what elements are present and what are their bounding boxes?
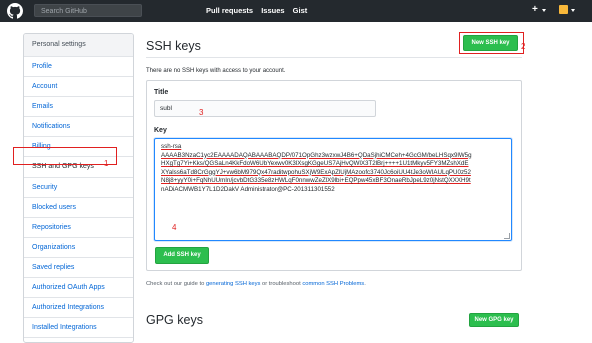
sidebar-item-security[interactable]: Security — [24, 178, 133, 198]
annotation-box-2 — [459, 32, 524, 54]
annotation-number-3: 3 — [199, 108, 204, 117]
gpg-keys-title: GPG keys — [146, 313, 203, 327]
sidebar-item-repositories[interactable]: Repositories — [24, 218, 133, 238]
nav-pull-requests[interactable]: Pull requests — [206, 6, 253, 15]
ssh-keys-title: SSH keys — [146, 39, 201, 53]
annotation-box-1 — [13, 147, 117, 165]
nav-gist[interactable]: Gist — [293, 6, 308, 15]
header-nav: Pull requests Issues Gist — [206, 6, 313, 15]
generating-ssh-keys-link[interactable]: generating SSH keys — [206, 281, 260, 287]
new-gpg-key-button[interactable]: New GPG key — [469, 313, 519, 327]
github-logo-icon[interactable] — [7, 3, 23, 19]
avatar[interactable] — [559, 5, 568, 14]
title-input[interactable]: subl — [154, 100, 376, 117]
sidebar-item-blocked-users[interactable]: Blocked users — [24, 198, 133, 218]
sidebar-heading: Personal settings — [24, 34, 133, 57]
chevron-down-icon[interactable] — [542, 9, 546, 12]
search-input[interactable]: Search GitHub — [34, 4, 142, 17]
key-line: XYalss6aTd8CrGggYJ+vw6bM979Qx47raditwpoh… — [161, 168, 471, 176]
key-line: ssh-rsa — [161, 143, 182, 150]
add-ssh-key-button[interactable]: Add SSH key — [155, 247, 209, 264]
sidebar-item-authorized-integrations[interactable]: Authorized Integrations — [24, 298, 133, 319]
divider — [146, 57, 522, 58]
sidebar-item-profile[interactable]: Profile — [24, 57, 133, 78]
annotation-number-2: 2 — [521, 42, 526, 51]
title-label: Title — [154, 89, 169, 96]
empty-keys-message: There are no SSH keys with access to you… — [146, 68, 286, 74]
sidebar-item-account[interactable]: Account — [24, 77, 133, 98]
chevron-down-icon[interactable] — [571, 9, 575, 12]
key-textarea[interactable]: ssh-rsa AAAAB3NzaC1yc2EAAAADAQABAAABAQDP… — [154, 138, 512, 241]
key-line: N8j8+yyY0i+FqNhUUmIn/jcvbDtG335e8zHWLqF0… — [161, 177, 471, 184]
create-new-plus-icon[interactable]: + — [532, 4, 538, 15]
sidebar-item-installed-integrations[interactable]: Installed Integrations — [24, 318, 133, 339]
common-ssh-problems-link[interactable]: common SSH Problems — [302, 281, 364, 287]
annotation-number-4: 4 — [172, 223, 177, 232]
sidebar-item-organizations[interactable]: Organizations — [24, 238, 133, 258]
settings-sidebar: Personal settings Profile Account Emails… — [23, 33, 134, 343]
sidebar-item-oauth-apps[interactable]: Authorized OAuth Apps — [24, 278, 133, 299]
key-line: AAAAB3NzaC1yc2EAAAADAQABAAABAQDP/071OpGh… — [161, 151, 472, 159]
key-label: Key — [154, 127, 167, 134]
sidebar-item-notifications[interactable]: Notifications — [24, 117, 133, 138]
top-header: Search GitHub Pull requests Issues Gist … — [0, 0, 592, 22]
annotation-number-1: 1 — [104, 159, 109, 168]
key-line: nADiACMWB1Y7L1D2DakV Administrator@PC-20… — [161, 185, 335, 193]
guide-text: Check out our guide to generating SSH ke… — [146, 281, 366, 287]
sidebar-item-saved-replies[interactable]: Saved replies — [24, 258, 133, 279]
key-line: HXgTg7Yi+Kks/QGSaLn4KkFdoW6UbYexwv0K3lXs… — [161, 160, 469, 167]
nav-issues[interactable]: Issues — [261, 6, 284, 15]
resize-handle[interactable] — [504, 233, 510, 239]
sidebar-item-emails[interactable]: Emails — [24, 97, 133, 118]
